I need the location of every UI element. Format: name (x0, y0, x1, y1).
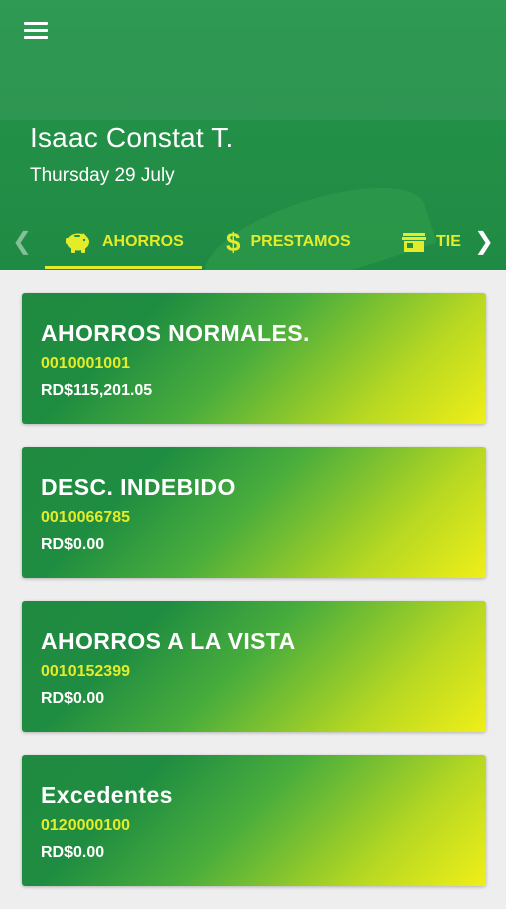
hamburger-menu-icon[interactable] (24, 22, 48, 42)
header-background (0, 0, 506, 120)
account-balance: RD$0.00 (41, 536, 105, 553)
account-number: 0010001001 (41, 355, 130, 372)
account-list: AHORROS NORMALES. 0010001001 RD$115,201.… (22, 293, 486, 909)
account-card[interactable]: AHORROS NORMALES. 0010001001 RD$115,201.… (22, 293, 486, 424)
tab-prestamos[interactable]: $ PRESTAMOS (226, 214, 351, 270)
account-balance: RD$0.00 (41, 844, 105, 861)
active-tab-indicator (45, 266, 202, 269)
account-card[interactable]: Excedentes 0120000100 RD$0.00 (22, 755, 486, 886)
account-card[interactable]: AHORROS A LA VISTA 0010152399 RD$0.00 (22, 601, 486, 732)
store-icon (402, 231, 426, 253)
account-balance: RD$115,201.05 (41, 382, 153, 399)
account-number: 0010066785 (41, 509, 130, 526)
tab-prestamos-label: PRESTAMOS (250, 233, 351, 250)
account-title: AHORROS NORMALES. (41, 320, 310, 346)
current-date: Thursday 29 July (30, 165, 175, 186)
tab-tiendas[interactable]: TIE (402, 214, 464, 270)
account-title: DESC. INDEBIDO (41, 474, 236, 500)
dollar-icon: $ (226, 226, 241, 257)
account-type-tabs: ❮ AHORROS $ PRESTAMOS TIE ❯ (0, 214, 506, 270)
account-balance: RD$0.00 (41, 690, 105, 707)
tab-tiendas-label: TIE (436, 233, 461, 250)
account-number: 0120000100 (41, 817, 130, 834)
account-card[interactable]: DESC. INDEBIDO 0010066785 RD$0.00 (22, 447, 486, 578)
chevron-left-icon[interactable]: ❮ (12, 228, 32, 256)
chevron-right-icon[interactable]: ❯ (474, 228, 494, 256)
user-name: Isaac Constat T. (30, 122, 234, 153)
app-header: Isaac Constat T. Thursday 29 July ❮ AHOR… (0, 0, 506, 270)
tab-ahorros[interactable]: AHORROS (64, 214, 184, 270)
account-title: AHORROS A LA VISTA (41, 628, 296, 654)
tab-ahorros-label: AHORROS (102, 233, 184, 250)
piggy-bank-icon (64, 230, 92, 254)
account-number: 0010152399 (41, 663, 130, 680)
account-title: Excedentes (41, 782, 173, 808)
